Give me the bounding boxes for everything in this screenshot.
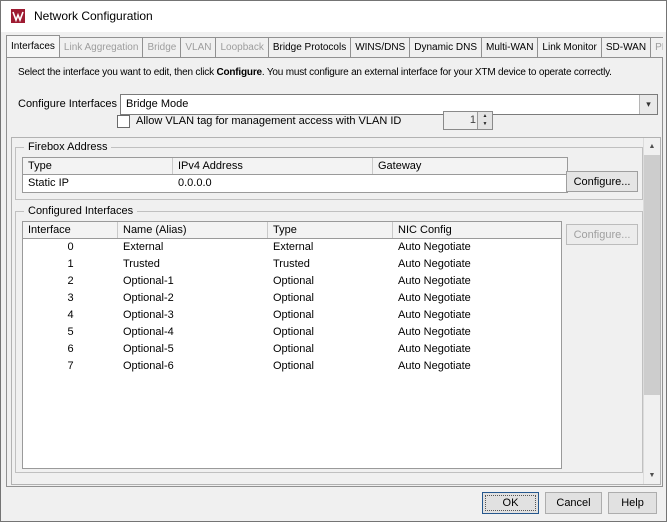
cell-nic: Auto Negotiate <box>398 309 471 321</box>
firebox-configure-button[interactable]: Configure... <box>566 171 638 192</box>
vertical-scrollbar[interactable]: ▲ ▼ <box>643 138 660 484</box>
tab-multi-wan[interactable]: Multi-WAN <box>481 37 539 57</box>
tab-bar: Interfaces Link Aggregation Bridge VLAN … <box>6 34 663 57</box>
cell-type: Optional <box>273 292 314 304</box>
column-header-nic-config: NIC Config <box>398 224 452 236</box>
chevron-down-icon[interactable]: ▾ <box>639 95 657 114</box>
spinner-down-icon[interactable]: ▼ <box>477 120 492 129</box>
scroll-up-icon[interactable]: ▲ <box>644 138 660 155</box>
cell-interface: 6 <box>67 343 74 355</box>
cell-gateway <box>373 175 567 192</box>
interface-row-6[interactable]: 6 Optional-5 Optional Auto Negotiate <box>23 341 561 358</box>
tab-link-aggregation: Link Aggregation <box>58 37 144 57</box>
configured-interfaces-table: Interface Name (Alias) Type NIC Config 0… <box>22 221 562 469</box>
cell-nic: Auto Negotiate <box>398 343 471 355</box>
cell-name: Optional-6 <box>123 360 174 372</box>
tab-wins-dns[interactable]: WINS/DNS <box>350 37 411 57</box>
tab-vlan: VLAN <box>180 37 217 57</box>
interfaces-table-header: Interface Name (Alias) Type NIC Config <box>23 222 561 239</box>
titlebar: Network Configuration <box>1 1 666 32</box>
ok-button[interactable]: OK <box>482 492 539 514</box>
vlan-tag-checkbox[interactable] <box>117 115 130 128</box>
scrollbar-thumb[interactable] <box>644 155 660 395</box>
cell-type: Optional <box>273 275 314 287</box>
network-configuration-dialog: Network Configuration Interfaces Link Ag… <box>0 0 667 522</box>
cell-name: Optional-4 <box>123 326 174 338</box>
cell-name: Optional-2 <box>123 292 174 304</box>
tab-dynamic-dns[interactable]: Dynamic DNS <box>409 37 483 57</box>
cell-nic: Auto Negotiate <box>398 326 471 338</box>
interface-row-4[interactable]: 4 Optional-3 Optional Auto Negotiate <box>23 307 561 324</box>
window-title: Network Configuration <box>34 9 153 23</box>
instruction-text: Select the interface you want to edit, t… <box>18 67 663 78</box>
help-button[interactable]: Help <box>608 492 657 514</box>
cell-ipv4: 0.0.0.0 <box>178 177 212 189</box>
cell-interface: 7 <box>67 360 74 372</box>
interface-row-1[interactable]: 1 Trusted Trusted Auto Negotiate <box>23 256 561 273</box>
cell-interface: 4 <box>67 309 74 321</box>
cell-interface: 5 <box>67 326 74 338</box>
interface-row-2[interactable]: 2 Optional-1 Optional Auto Negotiate <box>23 273 561 290</box>
cell-interface: 1 <box>67 258 74 270</box>
firebox-address-group-title: Firebox Address <box>24 140 112 155</box>
cell-interface: 2 <box>67 275 74 287</box>
interface-row-7[interactable]: 7 Optional-6 Optional Auto Negotiate <box>23 358 561 375</box>
configured-interfaces-group-title: Configured Interfaces <box>24 204 138 219</box>
cancel-button[interactable]: Cancel <box>545 492 602 514</box>
interface-configure-button: Configure... <box>566 224 638 245</box>
interface-row-3[interactable]: 3 Optional-2 Optional Auto Negotiate <box>23 290 561 307</box>
configure-interfaces-in-label: Configure Interfaces in <box>18 98 129 110</box>
vlan-id-value[interactable]: 1 <box>444 112 476 129</box>
cell-nic: Auto Negotiate <box>398 241 471 253</box>
cell-name: Trusted <box>123 258 160 270</box>
watchguard-icon <box>11 9 25 23</box>
vlan-tag-checkbox-label: Allow VLAN tag for management access wit… <box>136 115 402 127</box>
firebox-table-header: Type IPv4 Address Gateway <box>23 158 567 175</box>
tab-bridge-protocols[interactable]: Bridge Protocols <box>267 37 352 57</box>
cell-interface: 3 <box>67 292 74 304</box>
instruction-text-bold: Configure <box>216 67 262 78</box>
column-header-type: Type <box>268 222 393 238</box>
tab-interfaces[interactable]: Interfaces <box>6 35 60 57</box>
cell-type: Optional <box>273 360 314 372</box>
cell-nic: Auto Negotiate <box>398 292 471 304</box>
instruction-text-post: . You must configure an external interfa… <box>261 67 612 78</box>
cell-nic: Auto Negotiate <box>398 258 471 270</box>
cell-nic: Auto Negotiate <box>398 360 471 372</box>
instruction-text-pre: Select the interface you want to edit, t… <box>18 67 217 78</box>
column-header-gateway: Gateway <box>378 160 422 172</box>
tab-loopback: Loopback <box>215 37 269 57</box>
tab-pppoe: PPPoE <box>650 37 663 57</box>
cell-name: Optional-1 <box>123 275 174 287</box>
cell-type: External <box>273 241 314 253</box>
cell-type: Optional <box>273 326 314 338</box>
tab-sd-wan[interactable]: SD-WAN <box>600 37 652 57</box>
cell-type: Trusted <box>273 258 310 270</box>
cell-type: Static IP <box>28 177 69 189</box>
configured-interfaces-group: Configured Interfaces Interface Name (Al… <box>15 204 643 473</box>
firebox-address-table: Type IPv4 Address Gateway Static IP 0.0.… <box>22 157 568 193</box>
tab-link-monitor[interactable]: Link Monitor <box>537 37 602 57</box>
scroll-down-icon[interactable]: ▼ <box>644 467 660 484</box>
column-header-name-alias: Name (Alias) <box>118 222 268 238</box>
vlan-id-spinner[interactable]: 1 ▲ ▼ <box>443 111 493 130</box>
interface-row-0[interactable]: 0 External External Auto Negotiate <box>23 239 561 256</box>
column-header-interface: Interface <box>23 222 118 238</box>
column-header-type: Type <box>23 158 173 174</box>
interfaces-tab-panel: Select the interface you want to edit, t… <box>6 57 663 487</box>
cell-nic: Auto Negotiate <box>398 275 471 287</box>
cell-name: External <box>123 241 164 253</box>
cell-type: Optional <box>273 309 314 321</box>
cell-name: Optional-3 <box>123 309 174 321</box>
firebox-table-row[interactable]: Static IP 0.0.0.0 <box>23 175 567 192</box>
cell-type: Optional <box>273 343 314 355</box>
firebox-address-group: Firebox Address Type IPv4 Address Gatewa… <box>15 140 643 200</box>
column-header-ipv4: IPv4 Address <box>173 158 373 174</box>
interfaces-scroll-panel: Firebox Address Type IPv4 Address Gatewa… <box>11 137 661 485</box>
cell-interface: 0 <box>67 241 74 253</box>
tab-bridge: Bridge <box>142 37 182 57</box>
interface-row-5[interactable]: 5 Optional-4 Optional Auto Negotiate <box>23 324 561 341</box>
cell-name: Optional-5 <box>123 343 174 355</box>
